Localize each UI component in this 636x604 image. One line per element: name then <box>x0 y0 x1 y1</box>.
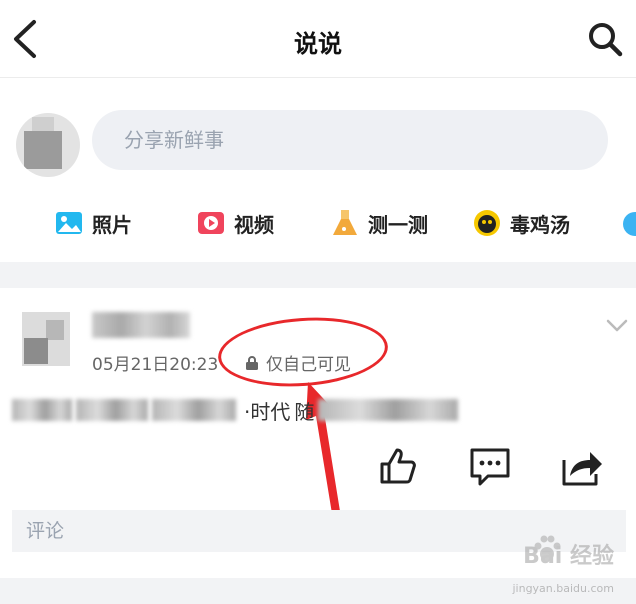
header-bar: 说说 <box>0 0 636 78</box>
post-actions <box>368 444 628 488</box>
shortcut-label: 视频 <box>234 212 274 237</box>
shortcut-label: 照片 <box>92 212 132 237</box>
flask-icon <box>330 208 360 238</box>
photo-icon <box>54 208 84 238</box>
watermark-site: jingyan.baidu.com <box>512 582 614 595</box>
author-name-blurred[interactable] <box>92 312 190 338</box>
post-content-text: ·时代 <box>244 399 291 424</box>
watermark: Bai 经验 jingyan.baidu.com <box>494 534 614 602</box>
video-icon <box>196 208 226 238</box>
watermark-brand: Bai 经验 <box>523 544 614 569</box>
shortcut-label: 毒鸡汤 <box>510 212 570 237</box>
page-title: 说说 <box>294 30 342 58</box>
shortcut-quiz[interactable]: 测一测 <box>330 206 428 240</box>
shortcut-video[interactable]: 视频 <box>196 206 274 240</box>
avatar[interactable] <box>22 312 70 366</box>
post-content-text-2: 随 <box>294 399 315 424</box>
shortcut-overflow[interactable] <box>620 209 636 239</box>
post-input[interactable] <box>92 110 608 170</box>
share-icon[interactable] <box>560 444 604 488</box>
shortcut-photo[interactable]: 照片 <box>54 206 132 240</box>
post-timestamp: 05月21日20:23 <box>92 355 219 375</box>
shortcut-label: 测一测 <box>368 212 428 237</box>
composer-section: 照片 视频 测一测 毒鸡汤 <box>0 79 636 261</box>
search-icon[interactable] <box>586 20 624 58</box>
section-divider <box>0 262 636 288</box>
soup-icon <box>472 208 502 238</box>
shortcut-soup[interactable]: 毒鸡汤 <box>472 206 570 240</box>
comment-icon[interactable] <box>468 444 512 488</box>
thumbs-up-icon[interactable] <box>376 444 420 488</box>
chevron-down-icon[interactable] <box>606 318 628 334</box>
post-content: ·时代 随 <box>12 396 462 424</box>
avatar[interactable] <box>16 113 80 177</box>
